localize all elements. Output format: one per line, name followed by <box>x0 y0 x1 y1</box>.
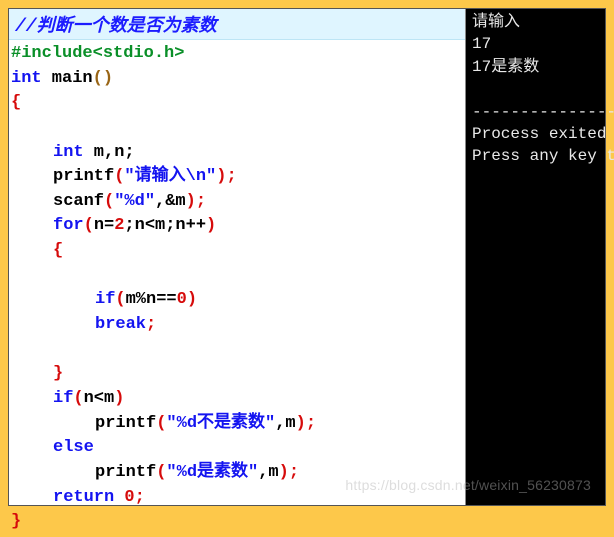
brace-close: } <box>11 512 21 531</box>
semi: ; <box>226 167 236 186</box>
paren: ( <box>156 414 166 433</box>
console-line-3: 17是素数 <box>472 58 539 76</box>
watermark-text: https://blog.csdn.net/weixin_56230873 <box>345 477 591 493</box>
console-output-pane: 请输入 17 17是素数 --------------- Process exi… <box>466 9 605 505</box>
kw-int: int <box>11 69 42 88</box>
str-d: "%d" <box>114 192 155 211</box>
for-rest: ;n<m;n++ <box>124 216 206 235</box>
num-0: 0 <box>177 290 187 309</box>
cond-mod: m%n== <box>126 290 177 309</box>
semi: ; <box>306 414 316 433</box>
include-line: #include<stdio.h> <box>11 44 184 63</box>
brace-open-inner: { <box>53 241 63 260</box>
paren: ) <box>216 167 226 186</box>
for-init-n: n= <box>94 216 114 235</box>
fn-scanf: scanf <box>53 192 104 211</box>
str-isprime: "%d是素数" <box>166 463 258 482</box>
decl-vars: m,n; <box>84 143 135 162</box>
paren: ) <box>187 290 197 309</box>
semi: ; <box>289 463 299 482</box>
kw-else: else <box>53 438 94 457</box>
semi: ; <box>196 192 206 211</box>
paren: ( <box>156 463 166 482</box>
str-prompt: "请输入\n" <box>124 167 216 186</box>
fn-printf-2: printf <box>95 414 156 433</box>
screenshot-frame: //判断一个数是否为素数 #include<stdio.h> int main(… <box>8 8 606 506</box>
code-title-comment: //判断一个数是否为素数 <box>9 9 465 40</box>
kw-int-decl: int <box>53 143 84 162</box>
paren: ( <box>84 216 94 235</box>
comma-m-2: ,m <box>258 463 278 482</box>
cond-close: ) <box>114 389 124 408</box>
paren: ( <box>114 167 124 186</box>
cond-text: n<m <box>84 389 115 408</box>
amp-m: ,&m <box>155 192 186 211</box>
console-line-4: Process exited <box>472 125 614 143</box>
kw-return: return <box>53 488 114 507</box>
semi: ; <box>146 315 156 334</box>
cond-nm: ( <box>73 389 83 408</box>
paren-close: ) <box>103 69 113 88</box>
num-2: 2 <box>114 216 124 235</box>
num-0-ret: 0 <box>114 488 134 507</box>
console-line-2: 17 <box>472 35 491 53</box>
kw-break: break <box>95 315 146 334</box>
code-editor-pane: //判断一个数是否为素数 #include<stdio.h> int main(… <box>9 9 466 505</box>
fn-main: main <box>42 69 93 88</box>
kw-if: if <box>95 290 115 309</box>
paren: ( <box>104 192 114 211</box>
comma-m: ,m <box>275 414 295 433</box>
fn-printf: printf <box>53 167 114 186</box>
paren: ) <box>279 463 289 482</box>
console-line-1: 请输入 <box>472 13 520 31</box>
semi: ; <box>135 488 145 507</box>
brace-close-inner: } <box>53 364 63 383</box>
brace-open: { <box>11 93 21 112</box>
paren: ( <box>115 290 125 309</box>
paren: ) <box>296 414 306 433</box>
fn-printf-3: printf <box>95 463 156 482</box>
paren: ) <box>206 216 216 235</box>
code-body: #include<stdio.h> int main() { int m,n; … <box>9 40 465 537</box>
kw-if-2: if <box>53 389 73 408</box>
console-divider: --------------- <box>472 103 614 121</box>
paren: ) <box>186 192 196 211</box>
console-line-5: Press any key t <box>472 147 614 165</box>
kw-for: for <box>53 216 84 235</box>
str-notprime: "%d不是素数" <box>166 414 275 433</box>
paren-open: ( <box>93 69 103 88</box>
